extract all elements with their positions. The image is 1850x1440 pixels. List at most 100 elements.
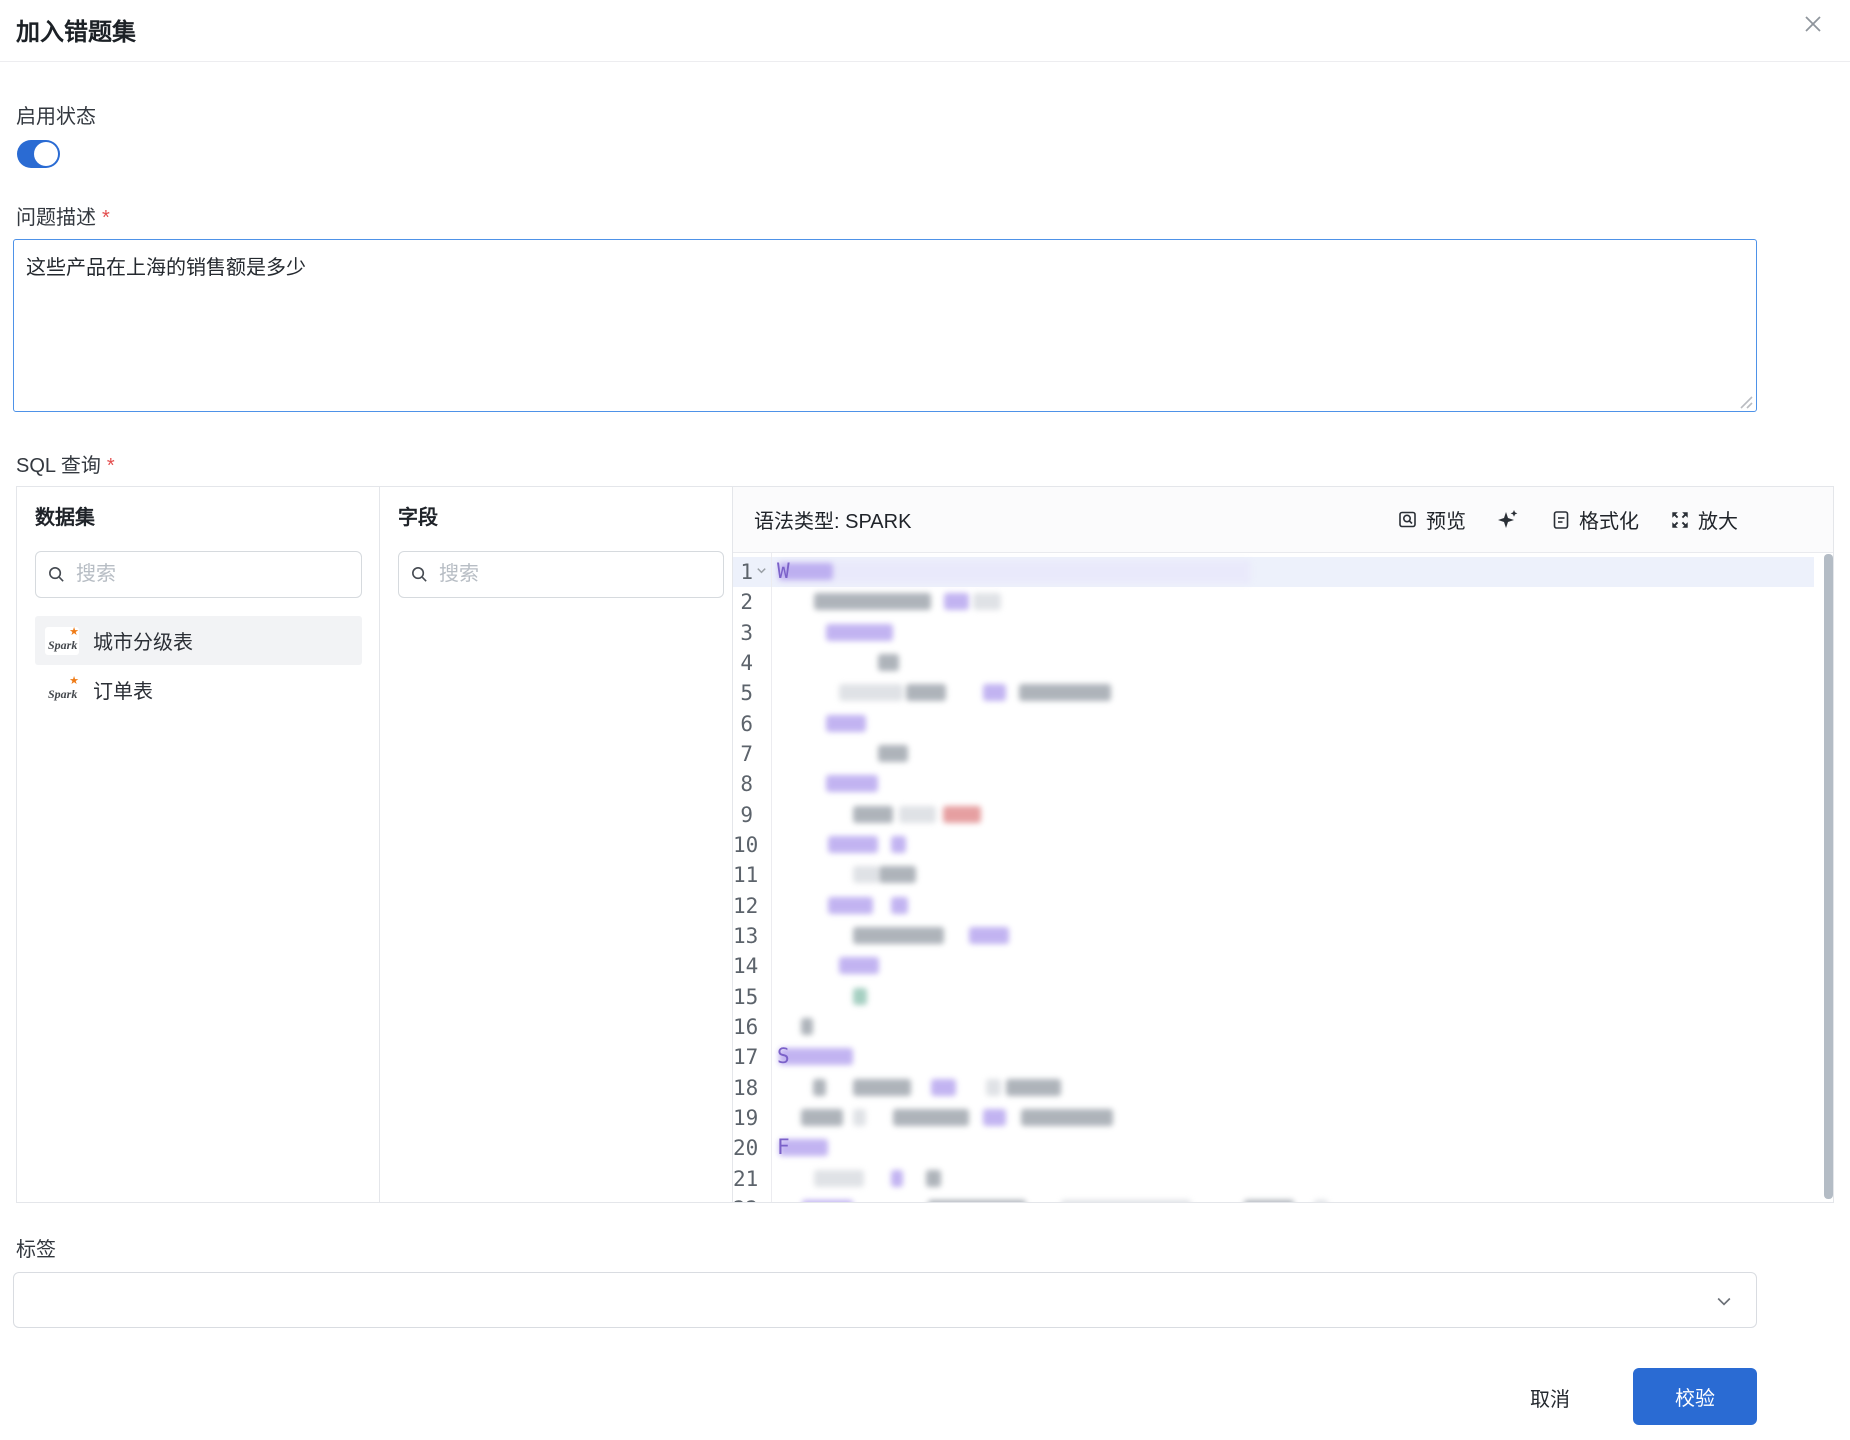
blurred-code-token bbox=[943, 805, 981, 823]
add-to-error-set-modal: 加入错题集 启用状态 问题描述 * 这些产品在上海的销售额是多少 SQL 查询 * … bbox=[0, 0, 1850, 1440]
blurred-code-token bbox=[899, 805, 936, 823]
format-button[interactable]: 格式化 bbox=[1550, 505, 1639, 534]
search-icon bbox=[49, 567, 64, 582]
syntax-type-label: 语法类型: SPARK bbox=[754, 511, 912, 533]
blurred-code-token bbox=[1021, 1108, 1113, 1126]
line-number: 6 bbox=[740, 711, 753, 736]
dataset-search-input[interactable] bbox=[35, 551, 362, 598]
line-number: 21 bbox=[733, 1166, 759, 1191]
line-number: 14 bbox=[733, 954, 759, 979]
sql-editor: 语法类型: SPARK 预览 格式化 放大 1 2 3 4 5 6 7 8 9 … bbox=[733, 487, 1833, 1202]
preview-button[interactable]: 预览 bbox=[1397, 505, 1466, 534]
enable-toggle[interactable] bbox=[17, 140, 60, 168]
blurred-code-token bbox=[926, 1169, 941, 1187]
validate-button[interactable]: 校验 bbox=[1633, 1368, 1757, 1425]
blurred-code-token bbox=[944, 593, 969, 611]
fold-chevron-icon[interactable] bbox=[755, 564, 768, 577]
tags-select[interactable] bbox=[13, 1272, 1757, 1328]
fields-panel: 字段 bbox=[380, 487, 733, 1202]
tags-label: 标签 bbox=[16, 1239, 56, 1261]
dataset-panel-title: 数据集 bbox=[35, 507, 95, 529]
blurred-code-token bbox=[802, 1199, 853, 1202]
chevron-down-icon bbox=[1717, 1297, 1731, 1306]
editor-scrollbar[interactable] bbox=[1824, 554, 1833, 1199]
blurred-code-token bbox=[1061, 1199, 1191, 1202]
blurred-code-token bbox=[813, 1078, 826, 1096]
blurred-code-token bbox=[891, 896, 908, 914]
dataset-panel: 数据集 ★Spark 城市分级表 ★Spark 订单表 bbox=[17, 487, 380, 1202]
blurred-code-token bbox=[983, 1108, 1006, 1126]
blurred-code-token bbox=[779, 1048, 853, 1066]
dataset-item-label: 订单表 bbox=[93, 681, 153, 703]
line-number: 15 bbox=[733, 984, 759, 1009]
blurred-code-token bbox=[814, 593, 931, 611]
line-number: 16 bbox=[733, 1014, 759, 1039]
preview-icon bbox=[1399, 511, 1416, 527]
line-number: 12 bbox=[733, 893, 759, 918]
dataset-list: ★ Spark 城市分级表 ★ Spark 订单表 bbox=[35, 616, 362, 714]
blurred-code-token bbox=[893, 1108, 969, 1126]
page-title: 加入错题集 bbox=[16, 19, 136, 46]
blurred-code-token bbox=[928, 1199, 1026, 1202]
fields-search-input[interactable] bbox=[398, 551, 724, 598]
line-number: 7 bbox=[740, 741, 753, 766]
blurred-code-token bbox=[879, 866, 916, 884]
line-number: 19 bbox=[733, 1105, 759, 1130]
blurred-code-token bbox=[828, 835, 878, 853]
blurred-code-token bbox=[826, 775, 878, 793]
blurred-code-token bbox=[826, 623, 893, 641]
blurred-code-token bbox=[828, 896, 873, 914]
line-number-gutter: 12345678910111213141516171819202122 bbox=[733, 557, 771, 1202]
blurred-code-token bbox=[801, 1017, 813, 1035]
sql-query-label: SQL 查询 * bbox=[16, 455, 115, 477]
spark-logo-icon: ★ Spark bbox=[45, 626, 79, 655]
line-number: 18 bbox=[733, 1075, 759, 1100]
line-number: 5 bbox=[740, 681, 753, 706]
blurred-code-token bbox=[973, 593, 1001, 611]
line-number: 13 bbox=[733, 923, 759, 948]
line-number: 22 bbox=[733, 1194, 771, 1202]
header-divider bbox=[0, 61, 1850, 62]
required-asterisk: * bbox=[102, 207, 110, 229]
sparkle-icon bbox=[1498, 509, 1518, 528]
code-editor-area[interactable]: 12345678910111213141516171819202122 WSF中… bbox=[733, 553, 1833, 1202]
blurred-code-token bbox=[853, 1108, 866, 1126]
gutter-divider bbox=[771, 553, 772, 1202]
blurred-code-token bbox=[891, 835, 906, 853]
cancel-button[interactable]: 取消 bbox=[1506, 1372, 1594, 1422]
close-icon bbox=[1805, 15, 1821, 32]
dataset-item[interactable]: ★ Spark 城市分级表 bbox=[35, 616, 362, 665]
line-number: 20 bbox=[733, 1136, 759, 1161]
question-desc-textarea[interactable]: 这些产品在上海的销售额是多少 bbox=[13, 239, 1757, 412]
dataset-item[interactable]: ★ Spark 订单表 bbox=[35, 665, 362, 714]
editor-header: 语法类型: SPARK 预览 格式化 放大 bbox=[733, 487, 1833, 553]
question-desc-label: 问题描述 * bbox=[16, 207, 110, 229]
line-number: 8 bbox=[740, 772, 753, 797]
spark-logo-icon: ★ Spark bbox=[45, 675, 79, 704]
sql-keyword-fragment: W bbox=[777, 559, 790, 583]
blurred-code-token bbox=[853, 987, 867, 1005]
blurred-code-token bbox=[853, 926, 944, 944]
blurred-code-token bbox=[839, 957, 879, 975]
sql-query-panel: 数据集 ★Spark 城市分级表 ★Spark 订单表 字段 bbox=[16, 486, 1834, 1203]
blurred-code-token bbox=[853, 1078, 911, 1096]
blurred-code-token bbox=[986, 1078, 1001, 1096]
sql-keyword-fragment: S bbox=[777, 1044, 790, 1069]
expand-button[interactable]: 放大 bbox=[1669, 505, 1738, 534]
blurred-code-token bbox=[983, 684, 1006, 702]
blurred-code-token bbox=[878, 653, 899, 671]
blurred-code-token bbox=[891, 1169, 903, 1187]
line-number: 9 bbox=[740, 802, 753, 827]
line-number: 2 bbox=[740, 590, 753, 615]
clipped-code-text: 中)、`产品ID` bbox=[1328, 1196, 1448, 1203]
dataset-item-label: 城市分级表 bbox=[93, 632, 193, 654]
textarea-resize-handle[interactable] bbox=[1738, 394, 1754, 410]
expand-icon bbox=[1672, 511, 1688, 528]
format-icon bbox=[1553, 510, 1569, 529]
blurred-code-token bbox=[826, 714, 866, 732]
blurred-code-token bbox=[1019, 684, 1111, 702]
close-button[interactable] bbox=[1796, 8, 1830, 42]
ai-assist-button[interactable] bbox=[1496, 508, 1520, 532]
blurred-code-token bbox=[776, 560, 1251, 584]
blurred-code-token bbox=[801, 1108, 843, 1126]
